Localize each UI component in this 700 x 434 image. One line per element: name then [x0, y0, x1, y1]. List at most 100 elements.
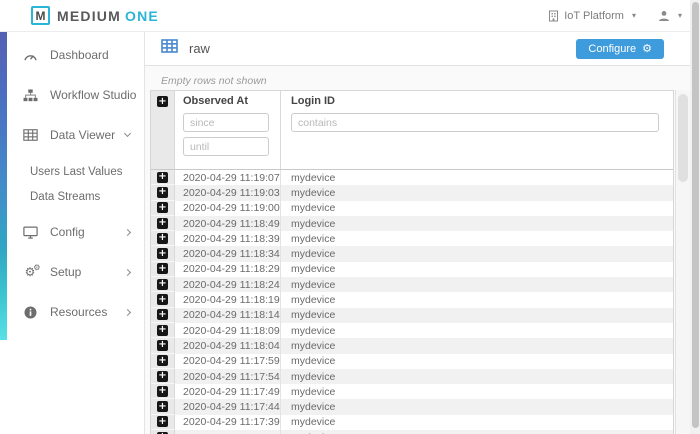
expand-row-button[interactable]: +: [157, 187, 168, 198]
expand-row-button[interactable]: +: [157, 202, 168, 213]
top-bar: M MEDIUM ONE IoT Platform ▾: [0, 0, 700, 32]
monitor-icon: [22, 226, 38, 239]
expand-row-button[interactable]: +: [157, 401, 168, 412]
sidebar-item-setup[interactable]: ⚙⚙ Setup: [0, 260, 144, 284]
configure-button[interactable]: Configure ⚙: [576, 39, 664, 59]
expand-row-button[interactable]: +: [157, 263, 168, 274]
login-id-cell: mydevice: [281, 430, 673, 434]
login-id-cell: mydevice: [281, 216, 673, 231]
user-icon: [658, 10, 670, 22]
expand-row-button[interactable]: +: [157, 340, 168, 351]
table-row: + 2020-04-29 11:18:14 mydevice: [151, 308, 673, 323]
table-row: + 2020-04-29 11:18:49 mydevice: [151, 216, 673, 231]
table-body: + 2020-04-29 11:19:07 mydevice + 2020-04…: [151, 170, 673, 434]
table-scrollbar-thumb[interactable]: [678, 94, 688, 182]
login-id-cell: mydevice: [281, 185, 673, 200]
sidebar-item-label: Setup: [50, 265, 81, 279]
table-row: + 2020-04-29 11:18:09 mydevice: [151, 323, 673, 338]
medium-one-logo[interactable]: M MEDIUM ONE: [31, 6, 159, 25]
observed-at-cell: 2020-04-29 11:17:34: [175, 430, 281, 434]
table-row: + 2020-04-29 11:19:00 mydevice: [151, 201, 673, 216]
gears-icon: ⚙⚙: [22, 266, 38, 278]
expand-all-button[interactable]: +: [157, 96, 168, 107]
observed-at-cell: 2020-04-29 11:18:14: [175, 308, 281, 323]
login-id-cell: mydevice: [281, 292, 673, 307]
table-row: + 2020-04-29 11:18:19 mydevice: [151, 292, 673, 307]
table-header: + Observed At Login ID: [151, 91, 673, 170]
observed-at-cell: 2020-04-29 11:19:07: [175, 170, 281, 185]
until-filter-input[interactable]: [183, 137, 269, 156]
expand-row-button[interactable]: +: [157, 279, 168, 290]
empty-rows-note: Empty rows not shown: [161, 75, 700, 87]
sidebar-item-label: Workflow Studio: [50, 88, 136, 102]
column-header-observed-at: Observed At: [183, 95, 272, 107]
login-id-cell: mydevice: [281, 369, 673, 384]
observed-at-cell: 2020-04-29 11:17:39: [175, 415, 281, 430]
app-window: M MEDIUM ONE IoT Platform ▾: [0, 0, 700, 434]
expand-row-button[interactable]: +: [157, 218, 168, 229]
sidebar-item-workflow-studio[interactable]: Workflow Studio: [0, 83, 144, 107]
expand-row-button[interactable]: +: [157, 172, 168, 183]
platform-selector[interactable]: IoT Platform ▾: [548, 10, 636, 22]
data-table: + Observed At Login ID + 2020-04-29 11:1…: [150, 90, 674, 434]
table-scrollbar[interactable]: [675, 90, 690, 434]
sidebar-item-label: Data Viewer: [50, 128, 115, 142]
expand-row-button[interactable]: +: [157, 233, 168, 244]
observed-at-cell: 2020-04-29 11:17:59: [175, 354, 281, 369]
gear-icon: ⚙: [642, 43, 652, 54]
logo-m-icon: M: [31, 6, 50, 25]
expand-row-button[interactable]: +: [157, 355, 168, 366]
table-icon: [22, 129, 38, 141]
table-row: + 2020-04-29 11:17:44 mydevice: [151, 399, 673, 414]
table-row: + 2020-04-29 11:18:29 mydevice: [151, 262, 673, 277]
expand-row-button[interactable]: +: [157, 309, 168, 320]
platform-label: IoT Platform: [564, 10, 624, 22]
page-title: raw: [189, 41, 210, 56]
page-scrollbar[interactable]: [690, 0, 700, 434]
info-icon: [22, 306, 38, 319]
content-header: raw Configure ⚙: [145, 32, 700, 66]
chevron-right-icon: [124, 308, 131, 315]
observed-at-cell: 2020-04-29 11:19:00: [175, 201, 281, 216]
expand-row-button[interactable]: +: [157, 386, 168, 397]
login-id-cell: mydevice: [281, 354, 673, 369]
login-id-cell: mydevice: [281, 399, 673, 414]
table-row: + 2020-04-29 11:18:24 mydevice: [151, 277, 673, 292]
sidebar-item-data-streams[interactable]: Data Streams: [0, 188, 144, 206]
observed-at-cell: 2020-04-29 11:18:49: [175, 216, 281, 231]
expand-row-button[interactable]: +: [157, 248, 168, 259]
table-row: + 2020-04-29 11:18:39 mydevice: [151, 231, 673, 246]
page-scrollbar-thumb[interactable]: [692, 2, 699, 428]
since-filter-input[interactable]: [183, 113, 269, 132]
chevron-down-icon: ▾: [678, 11, 682, 20]
observed-at-cell: 2020-04-29 11:18:24: [175, 277, 281, 292]
user-menu[interactable]: ▾: [658, 10, 682, 22]
sidebar-item-data-viewer[interactable]: Data Viewer: [0, 123, 144, 147]
expand-row-button[interactable]: +: [157, 416, 168, 427]
sidebar-subitem-label: Data Streams: [30, 191, 100, 203]
expand-row-button[interactable]: +: [157, 371, 168, 382]
sidebar-item-resources[interactable]: Resources: [0, 300, 144, 324]
table-row: + 2020-04-29 11:17:34 mydevice: [151, 430, 673, 434]
brand-name-one: ONE: [125, 8, 159, 24]
login-id-cell: mydevice: [281, 338, 673, 353]
sidebar-item-dashboard[interactable]: Dashboard: [0, 43, 144, 67]
login-id-cell: mydevice: [281, 384, 673, 399]
sidebar-item-config[interactable]: Config: [0, 220, 144, 244]
sidebar-item-label: Dashboard: [50, 48, 109, 62]
login-id-cell: mydevice: [281, 246, 673, 261]
expand-row-button[interactable]: +: [157, 325, 168, 336]
table-row: + 2020-04-29 11:17:54 mydevice: [151, 369, 673, 384]
observed-at-cell: 2020-04-29 11:18:04: [175, 338, 281, 353]
column-header-login-id: Login ID: [291, 95, 663, 107]
expand-row-button[interactable]: +: [157, 294, 168, 305]
contains-filter-input[interactable]: [291, 113, 659, 132]
table-row: + 2020-04-29 11:18:04 mydevice: [151, 338, 673, 353]
login-id-cell: mydevice: [281, 170, 673, 185]
sitemap-icon: [22, 89, 38, 102]
observed-at-cell: 2020-04-29 11:18:39: [175, 231, 281, 246]
observed-at-cell: 2020-04-29 11:19:03: [175, 185, 281, 200]
table-row: + 2020-04-29 11:17:49 mydevice: [151, 384, 673, 399]
table-row: + 2020-04-29 11:19:03 mydevice: [151, 185, 673, 200]
sidebar-item-users-last-values[interactable]: Users Last Values: [0, 163, 144, 181]
